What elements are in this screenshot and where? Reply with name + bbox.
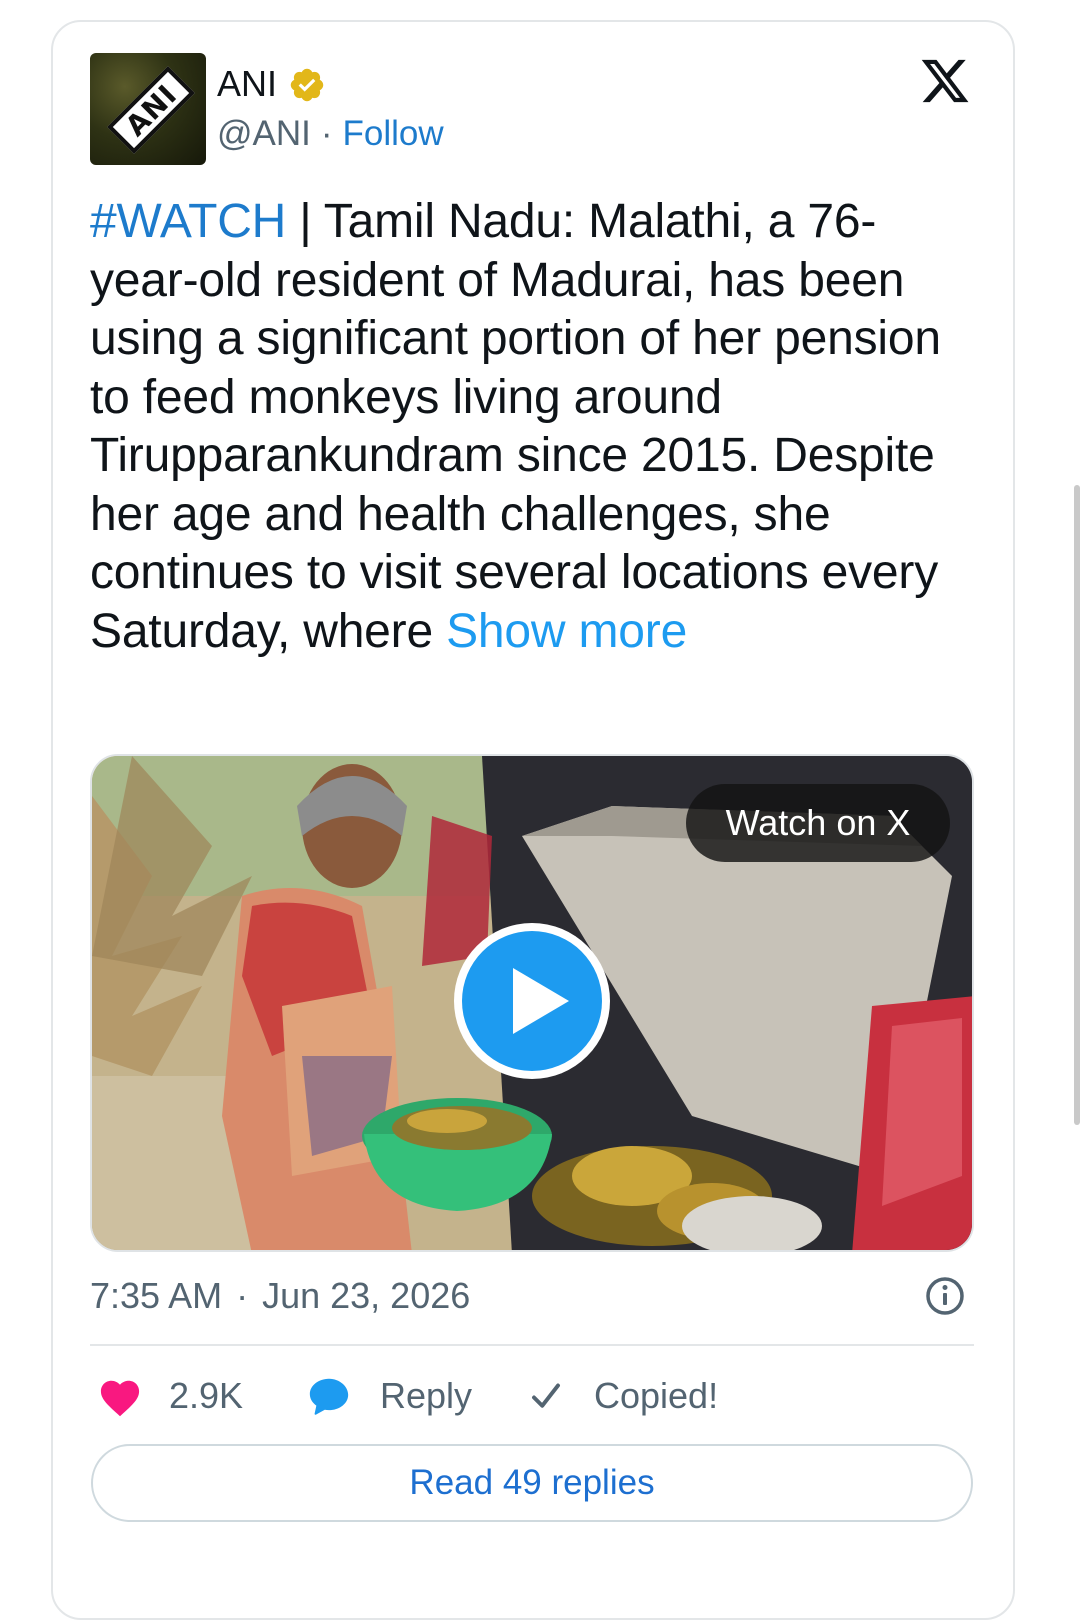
avatar-logo-text: ANI (118, 77, 184, 143)
reply-label: Reply (380, 1375, 473, 1416)
show-more-link[interactable]: Show more (446, 605, 687, 658)
tweet-text: #WATCH | Tamil Nadu: Malathi, a 76-year-… (90, 193, 970, 661)
handle-row: @ANI · Follow (217, 112, 444, 156)
separator-dot: · (236, 1275, 249, 1316)
separator-dot: · (320, 114, 333, 153)
heart-icon (100, 1380, 140, 1417)
divider (90, 1344, 974, 1346)
verified-badge-icon (290, 68, 324, 102)
tweet-body: | Tamil Nadu: Malathi, a 76-year-old res… (90, 195, 941, 658)
tweet-date: Jun 23, 2026 (262, 1275, 471, 1316)
like-button[interactable]: 2.9K (97, 1370, 243, 1422)
read-replies-button[interactable]: Read 49 replies (91, 1444, 973, 1522)
like-count: 2.9K (169, 1375, 244, 1416)
author-handle[interactable]: @ANI (217, 114, 311, 153)
reply-bubble-icon (309, 1378, 349, 1415)
tweet-time: 7:35 AM (90, 1275, 223, 1316)
x-logo-icon[interactable] (918, 55, 972, 107)
follow-button[interactable]: Follow (343, 114, 444, 153)
copy-link-button[interactable]: Copied! (528, 1370, 718, 1422)
tweet-timestamp[interactable]: 7:35 AM · Jun 23, 2026 (90, 1274, 470, 1318)
watch-on-x-button[interactable]: Watch on X (686, 784, 950, 862)
info-icon[interactable] (924, 1275, 966, 1317)
author-name[interactable]: ANI (217, 62, 277, 106)
play-icon[interactable] (451, 920, 613, 1082)
scrollbar[interactable] (1074, 485, 1080, 1125)
copied-label: Copied! (594, 1375, 719, 1416)
checkmark-icon (532, 1383, 560, 1408)
avatar[interactable]: ANI (90, 53, 206, 165)
reply-button[interactable]: Reply (306, 1370, 472, 1422)
hashtag-link[interactable]: #WATCH (90, 195, 286, 248)
ani-logo: ANI (107, 66, 195, 154)
